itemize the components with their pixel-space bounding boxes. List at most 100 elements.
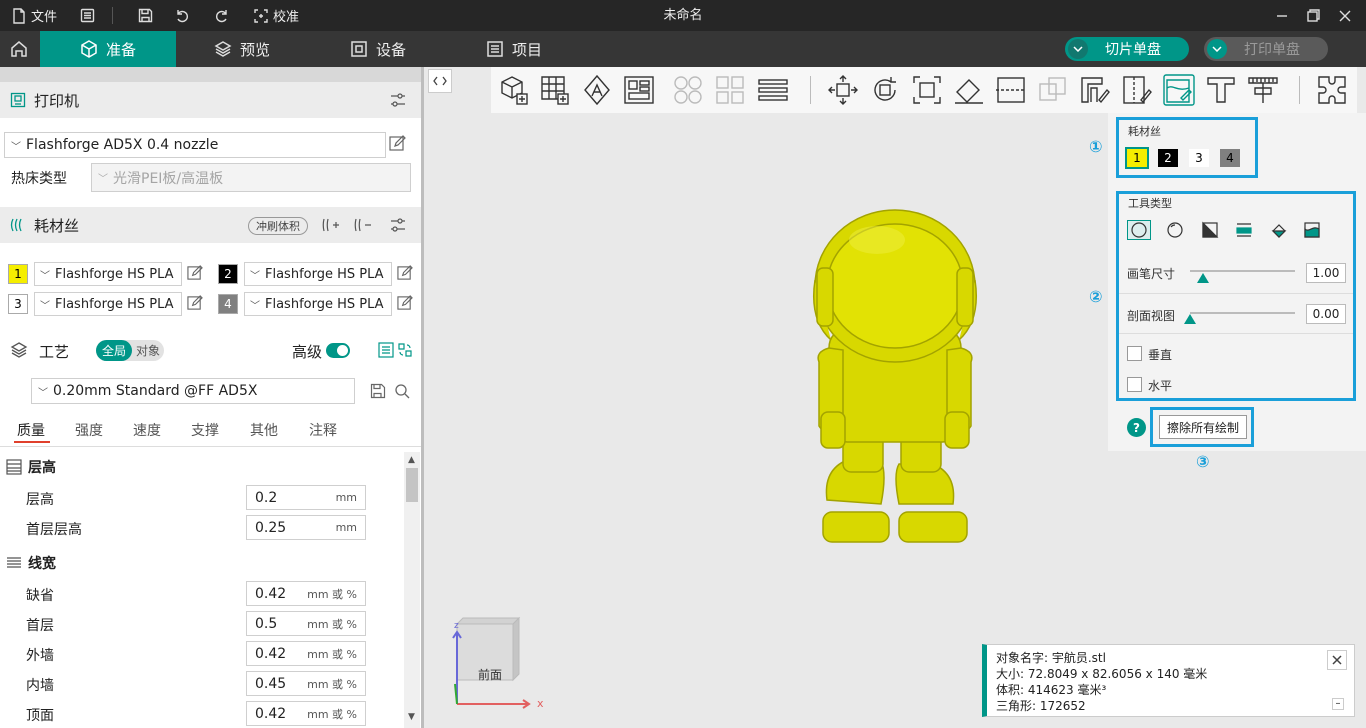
- print-plate-button[interactable]: 打印单盘: [1204, 37, 1328, 61]
- scroll-down-icon[interactable]: ▼: [408, 712, 415, 722]
- cut-button[interactable]: [995, 74, 1027, 106]
- first-layer-line-width-input[interactable]: 0.5 mm 或 %: [246, 611, 366, 636]
- tab-notes[interactable]: 注释: [309, 420, 337, 440]
- tab-prepare[interactable]: 准备: [40, 31, 176, 67]
- menu-button[interactable]: [80, 0, 95, 31]
- close-info-button[interactable]: [1327, 650, 1347, 670]
- calibrate-menu[interactable]: 校准: [254, 0, 299, 31]
- undo-icon: [177, 9, 188, 22]
- lay-on-face-button[interactable]: [953, 74, 985, 106]
- settings-scrollbar[interactable]: ▲ ▼: [404, 452, 420, 728]
- split-parts-button[interactable]: [714, 74, 746, 106]
- auto-orient-button[interactable]: [581, 74, 613, 106]
- astronaut-model[interactable]: [805, 200, 985, 550]
- top-surface-line-width-input[interactable]: 0.42 mm 或 %: [246, 701, 366, 726]
- chevron-down-icon[interactable]: [1068, 39, 1088, 59]
- scale-button[interactable]: [911, 74, 943, 106]
- scroll-up-icon[interactable]: ▲: [408, 455, 415, 465]
- tab-device[interactable]: 设备: [350, 31, 406, 67]
- main-nav-bar: 准备 预览 设备 项目 切片单盘 打印单盘: [0, 31, 1366, 67]
- outer-wall-line-width-input[interactable]: 0.42 mm 或 %: [246, 641, 366, 666]
- split-objects-button[interactable]: [672, 74, 704, 106]
- filament-slot-3-badge[interactable]: 3: [8, 294, 28, 314]
- arrange-button[interactable]: [623, 74, 655, 106]
- collapse-info-button[interactable]: –: [1332, 698, 1344, 710]
- file-menu[interactable]: 文件: [12, 0, 57, 31]
- remove-filament-icon[interactable]: [354, 217, 372, 233]
- param-value: 0.2: [255, 489, 278, 506]
- home-button[interactable]: [10, 31, 30, 67]
- param-unit: mm 或 %: [307, 677, 357, 691]
- printer-profile-select[interactable]: ﹀ Flashforge AD5X 0.4 nozzle: [4, 132, 386, 158]
- filament-slot-3-select[interactable]: ﹀ Flashforge HS PLA: [34, 292, 182, 316]
- process-preset-select[interactable]: ﹀ 0.20mm Standard @FF AD5X: [31, 378, 355, 404]
- filament-slot-4-badge[interactable]: 4: [218, 294, 238, 314]
- edit-filament-4-button[interactable]: [397, 295, 413, 315]
- tab-speed[interactable]: 速度: [133, 420, 161, 440]
- close-window-button[interactable]: [1339, 0, 1351, 31]
- scope-global-option[interactable]: 全局: [96, 340, 132, 361]
- save-preset-icon[interactable]: [370, 383, 386, 399]
- filament-slot-1-select[interactable]: ﹀ Flashforge HS PLA: [34, 262, 182, 286]
- filament-slot-2-name: Flashforge HS PLA: [265, 266, 384, 282]
- advanced-toggle[interactable]: [326, 343, 350, 358]
- view-cube[interactable]: [445, 612, 550, 718]
- first-layer-height-input[interactable]: 0.25 mm: [246, 515, 366, 540]
- filament-slot-4-select[interactable]: ﹀ Flashforge HS PLA: [244, 292, 392, 316]
- tab-quality[interactable]: 质量: [17, 420, 45, 440]
- undo-button[interactable]: [174, 0, 190, 31]
- compare-icon[interactable]: [397, 342, 413, 358]
- add-object-button[interactable]: [498, 74, 530, 106]
- scope-object-option[interactable]: 对象: [132, 340, 164, 361]
- collapse-sidebar-button[interactable]: [428, 69, 452, 93]
- tab-project[interactable]: 项目: [486, 31, 542, 67]
- edit-printer-button[interactable]: [389, 135, 406, 156]
- param-list-icon[interactable]: [378, 342, 394, 358]
- support-paint-button[interactable]: [1079, 74, 1111, 106]
- text-tool-button[interactable]: [1205, 74, 1237, 106]
- rotate-button[interactable]: [869, 74, 901, 106]
- edit-filament-1-button[interactable]: [187, 265, 203, 285]
- layers-edit-button[interactable]: [757, 74, 789, 106]
- help-icon[interactable]: ?: [1127, 418, 1146, 437]
- slice-plate-label: 切片单盘: [1105, 42, 1161, 58]
- search-icon[interactable]: [394, 383, 410, 399]
- settings-sliders-icon[interactable]: [390, 92, 406, 108]
- flush-volume-button[interactable]: 冲刷体积: [248, 217, 308, 235]
- minimize-button[interactable]: [1276, 0, 1288, 31]
- param-value: 0.5: [255, 615, 278, 632]
- scrollbar-thumb[interactable]: [406, 468, 418, 502]
- add-filament-icon[interactable]: [322, 217, 340, 233]
- settings-sliders-icon[interactable]: [390, 217, 406, 233]
- boolean-button[interactable]: [1037, 74, 1069, 106]
- tab-others[interactable]: 其他: [250, 420, 278, 440]
- tab-preview[interactable]: 预览: [214, 31, 270, 67]
- slice-plate-button[interactable]: 切片单盘: [1065, 37, 1189, 61]
- measure-button[interactable]: [1247, 74, 1279, 106]
- assembly-button[interactable]: [1316, 74, 1348, 106]
- redo-button[interactable]: [214, 0, 230, 31]
- filament-slot-2-select[interactable]: ﹀ Flashforge HS PLA: [244, 262, 392, 286]
- split-icon: [674, 76, 702, 104]
- device-icon: [351, 41, 367, 57]
- edit-filament-2-button[interactable]: [397, 265, 413, 285]
- filament-slot-1-badge[interactable]: 1: [8, 264, 28, 284]
- chevron-down-icon[interactable]: [1207, 39, 1227, 59]
- filament-icon: [10, 218, 22, 232]
- scope-toggle[interactable]: 全局 对象: [96, 340, 164, 361]
- maximize-button[interactable]: [1307, 0, 1320, 31]
- move-button[interactable]: [827, 74, 859, 106]
- add-plate-button[interactable]: [539, 74, 571, 106]
- seam-paint-button[interactable]: [1121, 74, 1153, 106]
- tab-strength[interactable]: 强度: [75, 420, 103, 440]
- filament-slot-1-name: Flashforge HS PLA: [55, 266, 174, 282]
- save-button[interactable]: [138, 0, 153, 31]
- edit-filament-3-button[interactable]: [187, 295, 203, 315]
- tab-support[interactable]: 支撑: [191, 420, 219, 440]
- layer-height-input[interactable]: 0.2 mm: [246, 485, 366, 510]
- inner-wall-line-width-input[interactable]: 0.45 mm 或 %: [246, 671, 366, 696]
- default-line-width-input[interactable]: 0.42 mm 或 %: [246, 581, 366, 606]
- color-paint-button[interactable]: [1163, 74, 1195, 106]
- bed-type-select[interactable]: ﹀ 光滑PEI板/高温板: [91, 163, 411, 192]
- filament-slot-2-badge[interactable]: 2: [218, 264, 238, 284]
